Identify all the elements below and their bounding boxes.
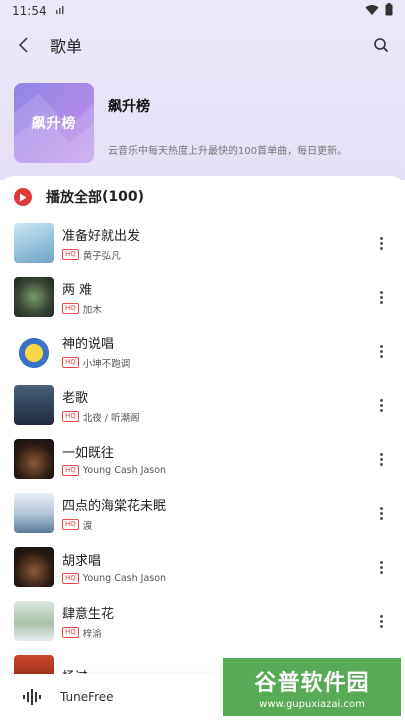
song-artist: 小坤不跑调 (82, 358, 131, 370)
more-options-button[interactable] (371, 339, 391, 363)
app-bar: 歌单 (0, 28, 405, 62)
song-row[interactable]: 肆意生花 HQ 梓渝 (0, 594, 405, 648)
play-all-label: 播放全部 (46, 190, 102, 206)
play-all-count: (100) (102, 189, 145, 205)
page-title: 歌单 (50, 37, 83, 56)
watermark-logo: 谷普软件园 www.gupuxiazai.com (223, 658, 401, 716)
album-art (14, 601, 54, 641)
song-artist: 北夜 / 听潮阁 (82, 412, 140, 424)
player-title: TuneFree (60, 690, 114, 704)
song-row[interactable]: 老歌 HQ 北夜 / 听潮阁 (0, 378, 405, 432)
hq-badge: HQ (62, 465, 79, 476)
hq-badge: HQ (62, 249, 79, 260)
status-time: 11:54 (12, 4, 47, 18)
more-options-button[interactable] (371, 393, 391, 417)
song-list-card: 播放全部 (100) 准备好就出发 HQ 黄子弘凡 两 难 HQ 加木 神的说唱 H… (0, 176, 405, 720)
song-title: 神的说唱 (62, 336, 115, 352)
album-art (14, 223, 54, 263)
playlist-description: 云音乐中每天热度上升最快的100首单曲，每日更新。 (108, 145, 348, 157)
hq-badge: HQ (62, 519, 79, 530)
more-options-button[interactable] (371, 501, 391, 525)
signal-activity-icon (55, 4, 65, 18)
back-button[interactable] (12, 33, 36, 57)
search-button[interactable] (369, 33, 393, 57)
album-art (14, 331, 54, 371)
song-title: 一如既往 (62, 446, 115, 461)
play-icon (14, 188, 32, 206)
song-title: 准备好就出发 (62, 228, 141, 244)
hq-badge: HQ (62, 411, 79, 422)
playlist-header: 飙升榜 飙升榜 云音乐中每天热度上升最快的100首单曲，每日更新。 (14, 82, 391, 164)
song-title: 胡求唱 (62, 554, 102, 569)
watermark-url: www.gupuxiazai.com (259, 698, 365, 710)
cover-title: 飙升榜 (31, 116, 77, 132)
song-artist: Young Cash Jason (82, 465, 167, 476)
song-artist: Young Cash Jason (82, 573, 167, 584)
album-art (14, 547, 54, 587)
song-row[interactable]: 两 难 HQ 加木 (0, 270, 405, 324)
hq-badge: HQ (62, 627, 79, 638)
search-icon (374, 38, 389, 53)
song-title: 两 难 (62, 282, 93, 298)
battery-icon (385, 3, 393, 19)
song-artist: 梓渝 (82, 628, 102, 640)
album-art (14, 277, 54, 317)
playlist-name: 飙升榜 (108, 98, 150, 115)
status-bar: 11:54 (0, 0, 405, 22)
playlist-cover[interactable]: 飙升榜 (14, 83, 94, 163)
song-row[interactable]: 准备好就出发 HQ 黄子弘凡 (0, 216, 405, 270)
audio-wave-icon (20, 684, 46, 710)
hq-badge: HQ (62, 573, 79, 584)
song-row[interactable]: 神的说唱 HQ 小坤不跑调 (0, 324, 405, 378)
more-options-button[interactable] (371, 231, 391, 255)
song-title: 肆意生花 (62, 606, 115, 622)
song-row[interactable]: 一如既往 HQ Young Cash Jason (0, 432, 405, 486)
wifi-icon (365, 4, 379, 19)
more-options-button[interactable] (371, 285, 391, 309)
more-options-button[interactable] (371, 609, 391, 633)
hq-badge: HQ (62, 303, 79, 314)
album-art (14, 439, 54, 479)
song-artist: 渡 (82, 520, 93, 532)
song-artist: 加木 (82, 304, 102, 316)
more-options-button[interactable] (371, 447, 391, 471)
song-row[interactable]: 胡求唱 HQ Young Cash Jason (0, 540, 405, 594)
song-title: 四点的海棠花未眠 (62, 498, 167, 514)
hq-badge: HQ (62, 357, 79, 368)
play-all-button[interactable]: 播放全部 (100) (0, 176, 405, 218)
album-art (14, 493, 54, 533)
album-art (14, 385, 54, 425)
more-options-button[interactable] (371, 555, 391, 579)
back-arrow-icon (18, 37, 28, 53)
song-title: 老歌 (62, 390, 89, 406)
song-row[interactable]: 四点的海棠花未眠 HQ 渡 (0, 486, 405, 540)
song-artist: 黄子弘凡 (82, 250, 121, 262)
watermark-title: 谷普软件园 (254, 670, 370, 696)
